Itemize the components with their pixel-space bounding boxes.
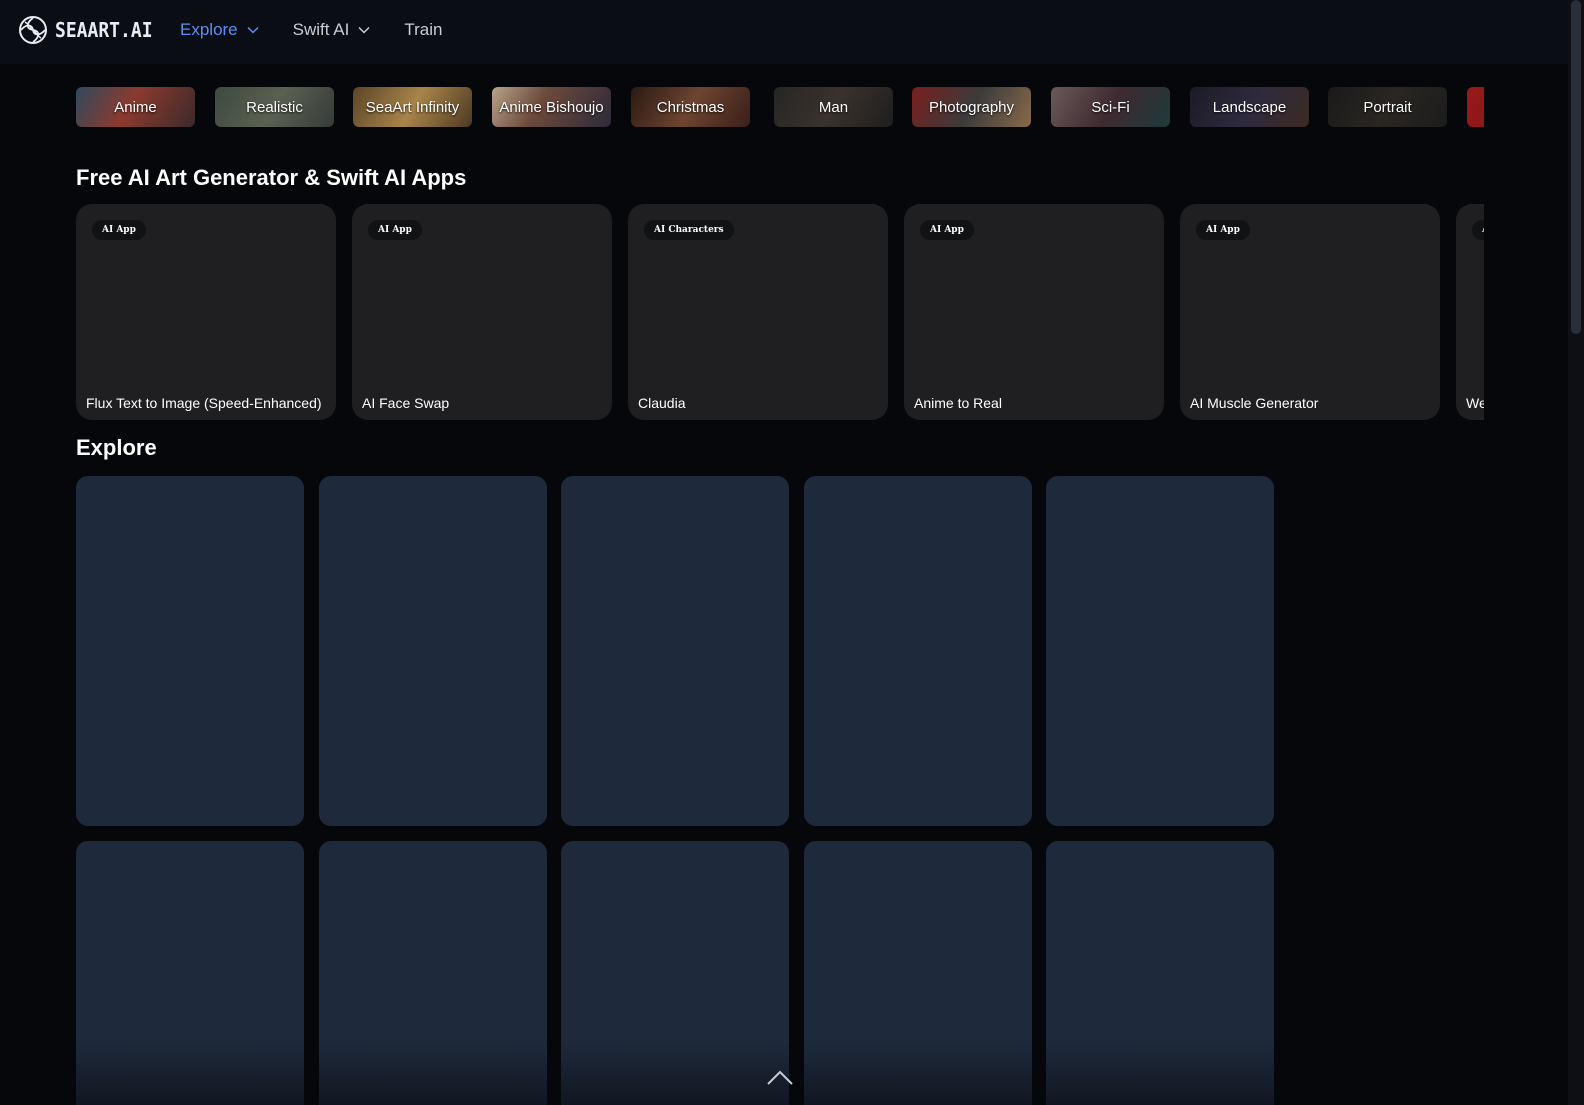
chip-label: Portrait	[1363, 98, 1412, 116]
app-badge: AI App	[1472, 220, 1484, 240]
explore-tile[interactable]	[804, 841, 1032, 1105]
app-title: We	[1466, 395, 1484, 411]
chip-anime-bishoujo[interactable]: Anime Bishoujo	[492, 87, 611, 127]
chip-label: Landscape	[1212, 98, 1287, 116]
chevron-down-icon	[358, 26, 370, 34]
apps-section-title: Free AI Art Generator & Swift AI Apps	[76, 165, 467, 190]
nav-swift-ai[interactable]: Swift AI	[293, 20, 371, 40]
chip-seaart-infinity[interactable]: SeaArt Infinity	[353, 87, 472, 127]
chevron-up-icon[interactable]	[766, 1068, 794, 1086]
explore-tile[interactable]	[1046, 476, 1274, 826]
explore-tile[interactable]	[561, 841, 789, 1105]
logo-text: SEAART.AI	[55, 17, 153, 43]
chip-label: Photography	[928, 98, 1015, 116]
chip-label: Anime	[114, 98, 157, 116]
app-badge: AI App	[920, 220, 974, 240]
explore-tile[interactable]	[319, 841, 547, 1105]
app-card[interactable]: AI App Anime to Real	[904, 204, 1164, 420]
app-title: AI Muscle Generator	[1190, 395, 1319, 411]
chip-label: Anime Bishoujo	[499, 98, 604, 116]
chip-label: Realistic	[246, 98, 303, 116]
main-nav: Explore Swift AI Train	[180, 20, 476, 40]
nav-train-label: Train	[404, 20, 443, 39]
apps-carousel: AI App Flux Text to Image (Speed-Enhance…	[76, 204, 1484, 422]
page: SEAART.AI Explore Swift AI Train Anime R…	[0, 0, 1584, 1105]
nav-explore[interactable]: Explore	[180, 20, 259, 40]
chip-realistic[interactable]: Realistic	[215, 87, 334, 127]
explore-section-title: Explore	[76, 435, 157, 460]
app-card[interactable]: AI Characters Claudia	[628, 204, 888, 420]
explore-tile[interactable]	[319, 476, 547, 826]
chip-label: SeaArt Infinity	[365, 98, 460, 116]
top-header: SEAART.AI Explore Swift AI Train	[0, 0, 1584, 64]
nav-explore-label: Explore	[180, 20, 238, 39]
app-card[interactable]: AI App AI Face Swap	[352, 204, 612, 420]
chip-portrait[interactable]: Portrait	[1328, 87, 1447, 127]
chip-photography[interactable]: Photography	[912, 87, 1031, 127]
app-badge: AI App	[92, 220, 146, 240]
explore-tile[interactable]	[76, 476, 304, 826]
app-title: Flux Text to Image (Speed-Enhanced)	[86, 395, 322, 411]
chip-more[interactable]	[1467, 87, 1484, 127]
chip-sci-fi[interactable]: Sci-Fi	[1051, 87, 1170, 127]
app-badge: AI Characters	[644, 220, 734, 240]
explore-tile[interactable]	[561, 476, 789, 826]
app-title: Claudia	[638, 395, 686, 411]
chip-label: Sci-Fi	[1091, 98, 1130, 116]
nav-swift-ai-label: Swift AI	[292, 20, 350, 39]
chip-label: Man	[818, 98, 849, 116]
explore-tile[interactable]	[1046, 841, 1274, 1105]
seaart-swirl-icon	[19, 16, 47, 44]
chip-landscape[interactable]: Landscape	[1190, 87, 1309, 127]
app-card[interactable]: AI App AI Muscle Generator	[1180, 204, 1440, 420]
explore-tile[interactable]	[76, 841, 304, 1105]
app-badge: AI App	[368, 220, 422, 240]
chevron-down-icon	[247, 26, 259, 34]
app-title: AI Face Swap	[362, 395, 450, 411]
chip-man[interactable]: Man	[774, 87, 893, 127]
scrollbar-thumb[interactable]	[1571, 0, 1581, 334]
category-chips: Anime Realistic SeaArt Infinity Anime Bi…	[76, 87, 1484, 127]
logo[interactable]: SEAART.AI	[18, 15, 153, 45]
nav-train[interactable]: Train	[404, 20, 442, 40]
app-badge: AI App	[1196, 220, 1250, 240]
chip-anime[interactable]: Anime	[76, 87, 195, 127]
app-card[interactable]: AI App We	[1456, 204, 1484, 420]
chip-label: Christmas	[656, 98, 725, 116]
app-title: Anime to Real	[914, 395, 1002, 411]
explore-tile[interactable]	[804, 476, 1032, 826]
chip-christmas[interactable]: Christmas	[631, 87, 750, 127]
app-card[interactable]: AI App Flux Text to Image (Speed-Enhance…	[76, 204, 336, 420]
